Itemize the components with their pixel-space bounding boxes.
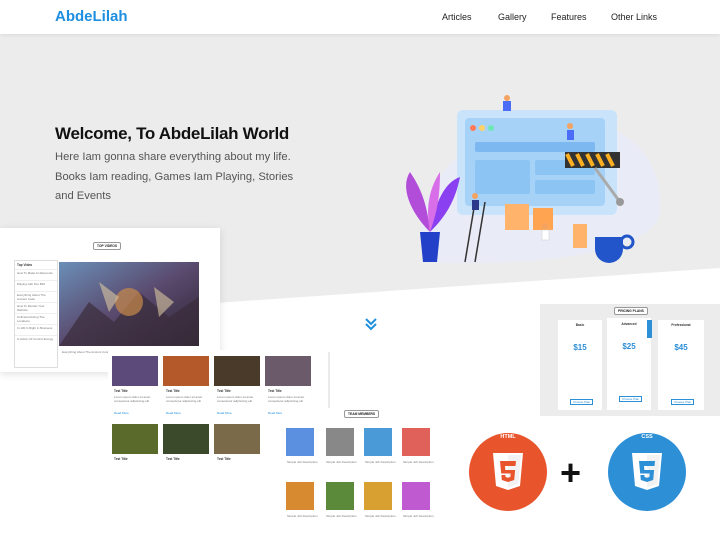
chevron-down-icon[interactable] [364, 317, 378, 331]
team-member-role: Simple Job Description [326, 514, 357, 518]
team-member-role: Simple Job Description [365, 460, 396, 464]
nav-link-features[interactable]: Features [551, 12, 587, 22]
pricing-card-professional: Professional $45 Choose Plan [658, 320, 704, 410]
team-member-role: Simple Job Description [287, 460, 318, 464]
gallery-card-text: Lorem ipsum dolor sit amet consectetur a… [217, 395, 254, 403]
team-member-role: Simple Job Description [326, 460, 357, 464]
gallery-card-title: Test Title [268, 389, 282, 393]
gallery-card-text: Lorem ipsum dolor sit amet consectetur a… [268, 395, 305, 403]
team-member-avatars [286, 428, 430, 510]
css3-icon [608, 433, 686, 511]
video-list-item[interactable]: Unlimited Acting The Locations [15, 313, 57, 324]
video-player-thumbnail[interactable] [59, 262, 199, 346]
gallery-card-title: Test Title [114, 389, 128, 393]
video-list-item[interactable]: Is Action Of Control Energy [15, 335, 57, 346]
video-list-item[interactable]: How To Make An Elements [15, 269, 57, 280]
gallery-card-title: Test Title [166, 457, 180, 461]
top-videos-title: TOP VIDEOS [93, 242, 122, 250]
choose-plan-button[interactable]: Choose Plan [671, 399, 695, 405]
gallery-card-read-more[interactable]: Read More [268, 411, 283, 415]
css-label: CSS [641, 434, 653, 440]
html5-icon [469, 433, 547, 511]
plan-name: Professional [671, 323, 691, 327]
pricing-card-basic: Basic $15 Choose Plan [558, 320, 602, 410]
team-member-role: Simple Job Description [403, 460, 434, 464]
plan-price: $25 [622, 342, 636, 351]
pricing-card-advanced: Advanced $25 Choose Plan [607, 318, 651, 410]
nav-link-articles[interactable]: Articles [442, 12, 472, 22]
team-member-role: Simple Job Description [403, 514, 434, 518]
gallery-card-title: Test Title [114, 457, 128, 461]
video-list-header: Top Video [17, 263, 33, 267]
hero-illustration [406, 95, 661, 264]
plan-name: Basic [575, 323, 585, 327]
choose-plan-button[interactable]: Choose Plan [570, 399, 594, 405]
gallery-card-text: Lorem ipsum dolor sit amet consectetur a… [114, 395, 151, 403]
plan-price: $15 [573, 343, 587, 352]
video-list-item[interactable]: How To Render Your Website [15, 302, 57, 313]
video-list-item[interactable]: Everything About The Ancient Code [15, 291, 57, 302]
nav-link-other-links[interactable]: Other Links [611, 12, 657, 22]
choose-plan-button[interactable]: Choose Plan [619, 396, 643, 402]
gallery-card-read-more[interactable]: Read More [217, 411, 232, 415]
video-list: Top Video How To Make An Elements Playin… [14, 260, 58, 368]
video-caption: Everything About The Ancient Code [62, 350, 110, 354]
pricing-title: PRICING PLANS [614, 307, 648, 315]
plus-sign: + [560, 452, 582, 493]
gallery-card-text: Lorem ipsum dolor sit amet consectetur a… [166, 395, 203, 403]
gallery-card-title: Test Title [217, 457, 231, 461]
top-navigation-bar: AbdeLilah Articles Gallery Features Othe… [0, 0, 720, 34]
most-popular-ribbon [647, 320, 652, 338]
plan-name: Advanced [621, 322, 637, 326]
team-members-title: TEAM MEMBERS [344, 410, 380, 418]
hero-subtitle: Here Iam gonna share everything about my… [55, 151, 294, 202]
hero-title: Welcome, To AbdeLilah World [55, 124, 290, 143]
html-label: HTML [500, 434, 516, 440]
video-list-item[interactable]: Playing with Fire Bird [15, 280, 57, 291]
gallery-card-read-more[interactable]: Read More [114, 411, 129, 415]
site-logo[interactable]: AbdeLilah [55, 8, 128, 25]
gallery-card-title: Test Title [217, 389, 231, 393]
gallery-card-title: Test Title [166, 389, 180, 393]
video-list-item[interactable]: In 100 It Might In Business [15, 324, 57, 335]
plan-price: $45 [674, 343, 688, 352]
team-member-role: Simple Job Description [365, 514, 396, 518]
nav-link-gallery[interactable]: Gallery [498, 12, 527, 22]
gallery-card-read-more[interactable]: Read More [166, 411, 181, 415]
team-member-role: Simple Job Description [287, 514, 318, 518]
